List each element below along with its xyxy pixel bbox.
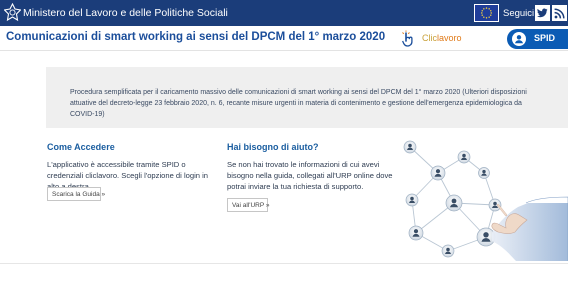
cliclavoro-suffix: lavoro (437, 33, 462, 43)
spid-login-button[interactable]: SPID (507, 29, 568, 49)
page-title[interactable]: Comunicazioni di smart working ai sensi … (6, 31, 385, 43)
cliclavoro-brand[interactable]: Cliclavoro (422, 33, 462, 43)
ministry-header: Ministero del Lavoro e delle Politiche S… (0, 0, 568, 26)
go-to-urp-button[interactable]: Vai all'URP » (227, 198, 270, 212)
network-illustration (403, 140, 568, 261)
how-to-access-heading: Come Accedere (47, 142, 115, 152)
eu-flag-icon (474, 4, 499, 22)
twitter-icon[interactable] (535, 5, 550, 21)
cliclavoro-logo-icon[interactable] (400, 30, 418, 48)
people-nodes (403, 140, 502, 258)
procedure-description: Procedura semplificata per il caricament… (70, 89, 527, 118)
download-guide-button[interactable]: Scarica la Guida » (47, 187, 105, 201)
footer-divider (0, 263, 568, 264)
italian-emblem-icon (4, 3, 21, 22)
cliclavoro-prefix: Clic (422, 33, 437, 43)
spid-label: SPID (534, 33, 556, 43)
user-icon (512, 32, 526, 46)
hand-illustration (491, 196, 568, 261)
app-title-bar: Comunicazioni di smart working ai sensi … (0, 26, 568, 51)
info-box: Procedura semplificata per il caricament… (46, 67, 568, 128)
need-help-heading: Hai bisogno di aiuto? (227, 142, 319, 152)
rss-icon[interactable] (552, 5, 567, 21)
ministry-name[interactable]: Ministero del Lavoro e delle Politiche S… (23, 7, 228, 19)
need-help-text: Se non hai trovato le informazioni di cu… (227, 160, 393, 191)
